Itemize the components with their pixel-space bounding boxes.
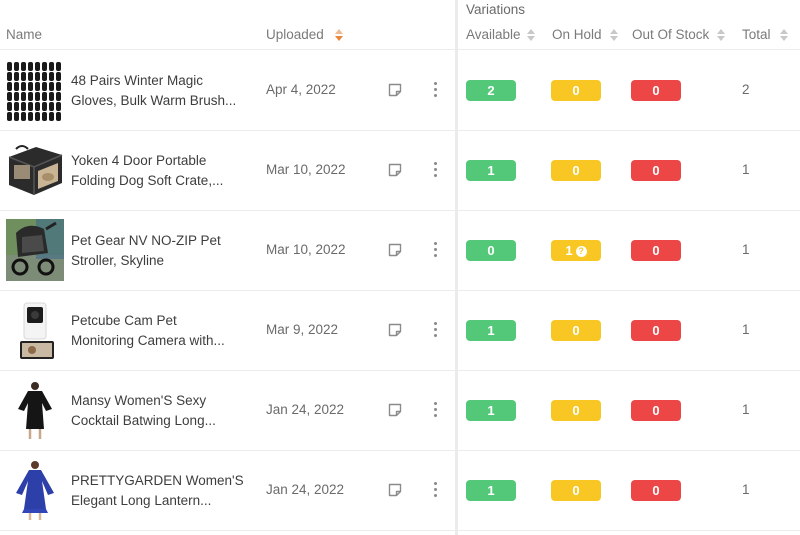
uploaded-date: Mar 10, 2022 — [266, 242, 346, 257]
info-icon[interactable]: ? — [575, 246, 587, 257]
variations-group-label: Variations — [466, 2, 526, 17]
column-out-of-stock[interactable]: Out Of Stock — [632, 27, 709, 42]
on-hold-badge[interactable]: 0 — [551, 160, 601, 181]
uploaded-date: Mar 10, 2022 — [266, 162, 346, 177]
total-count: 1 — [742, 162, 750, 177]
product-name[interactable]: Petcube Cam Pet Monitoring Camera with..… — [71, 311, 256, 351]
product-name[interactable]: Mansy Women'S Sexy Cocktail Batwing Long… — [71, 391, 256, 431]
more-vertical-icon[interactable] — [431, 401, 441, 419]
table-row[interactable]: Petcube Cam Pet Monitoring Camera with..… — [0, 291, 800, 371]
product-name[interactable]: Pet Gear NV NO-ZIP Pet Stroller, Skyline — [71, 231, 256, 271]
on-hold-badge[interactable]: 1? — [551, 240, 601, 261]
product-name-line1[interactable]: Mansy Women'S Sexy — [71, 391, 256, 411]
more-vertical-icon[interactable] — [431, 481, 441, 499]
note-icon[interactable] — [388, 403, 402, 417]
available-badge[interactable]: 1 — [466, 400, 516, 421]
sort-desc-icon[interactable] — [334, 29, 344, 43]
table-header: Variations Name Uploaded Available On Ho… — [0, 0, 800, 50]
available-badge[interactable]: 1 — [466, 160, 516, 181]
column-on-hold[interactable]: On Hold — [552, 27, 602, 42]
product-name-line1[interactable]: Pet Gear NV NO-ZIP Pet — [71, 231, 256, 251]
on-hold-count: 1 — [565, 243, 573, 258]
out-of-stock-badge[interactable]: 0 — [631, 480, 681, 501]
note-icon[interactable] — [388, 83, 402, 97]
product-name-line2[interactable]: Folding Dog Soft Crate,... — [71, 171, 256, 191]
out-of-stock-badge[interactable]: 0 — [631, 400, 681, 421]
note-icon[interactable] — [388, 243, 402, 257]
sort-icon[interactable] — [526, 29, 536, 43]
table-row[interactable]: 48 Pairs Winter Magic Gloves, Bulk Warm … — [0, 51, 800, 131]
more-vertical-icon[interactable] — [431, 321, 441, 339]
product-name-line2[interactable]: Gloves, Bulk Warm Brush... — [71, 91, 256, 111]
product-name-line2[interactable]: Stroller, Skyline — [71, 251, 256, 271]
on-hold-badge[interactable]: 0 — [551, 80, 601, 101]
on-hold-badge[interactable]: 0 — [551, 400, 601, 421]
gloves-thumbnail[interactable] — [6, 59, 64, 121]
product-name-line2[interactable]: Elegant Long Lantern... — [71, 491, 256, 511]
note-icon[interactable] — [388, 323, 402, 337]
product-name[interactable]: Yoken 4 Door Portable Folding Dog Soft C… — [71, 151, 256, 191]
out-of-stock-badge[interactable]: 0 — [631, 320, 681, 341]
uploaded-date: Jan 24, 2022 — [266, 482, 345, 497]
total-count: 1 — [742, 242, 750, 257]
available-badge[interactable]: 0 — [466, 240, 516, 261]
on-hold-badge[interactable]: 0 — [551, 480, 601, 501]
uploaded-date: Jan 24, 2022 — [266, 402, 345, 417]
table-row[interactable]: PRETTYGARDEN Women'S Elegant Long Lanter… — [0, 451, 800, 531]
table-row[interactable]: Mansy Women'S Sexy Cocktail Batwing Long… — [0, 371, 800, 451]
on-hold-badge[interactable]: 0 — [551, 320, 601, 341]
total-count: 1 — [742, 482, 750, 497]
note-icon[interactable] — [388, 163, 402, 177]
out-of-stock-badge[interactable]: 0 — [631, 240, 681, 261]
out-of-stock-badge[interactable]: 0 — [631, 80, 681, 101]
black-dress-thumbnail[interactable] — [6, 379, 64, 441]
more-vertical-icon[interactable] — [431, 81, 441, 99]
uploaded-date: Apr 4, 2022 — [266, 82, 336, 97]
product-name[interactable]: PRETTYGARDEN Women'S Elegant Long Lanter… — [71, 471, 256, 511]
column-uploaded[interactable]: Uploaded — [266, 27, 324, 42]
available-badge[interactable]: 1 — [466, 480, 516, 501]
total-count: 1 — [742, 322, 750, 337]
stroller-thumbnail[interactable] — [6, 219, 64, 281]
sort-icon[interactable] — [716, 29, 726, 43]
product-name-line2[interactable]: Cocktail Batwing Long... — [71, 411, 256, 431]
sort-icon[interactable] — [609, 29, 619, 43]
table-row[interactable]: Pet Gear NV NO-ZIP Pet Stroller, Skyline… — [0, 211, 800, 291]
out-of-stock-badge[interactable]: 0 — [631, 160, 681, 181]
column-total[interactable]: Total — [742, 27, 771, 42]
table-row[interactable]: Yoken 4 Door Portable Folding Dog Soft C… — [0, 131, 800, 211]
camera-thumbnail[interactable] — [6, 299, 64, 361]
note-icon[interactable] — [388, 483, 402, 497]
dog-crate-thumbnail[interactable] — [6, 139, 64, 201]
blue-dress-thumbnail[interactable] — [6, 459, 64, 521]
product-name-line1[interactable]: Petcube Cam Pet — [71, 311, 256, 331]
product-name-line1[interactable]: 48 Pairs Winter Magic — [71, 71, 256, 91]
column-name[interactable]: Name — [6, 27, 42, 42]
available-badge[interactable]: 2 — [466, 80, 516, 101]
more-vertical-icon[interactable] — [431, 161, 441, 179]
total-count: 1 — [742, 402, 750, 417]
available-badge[interactable]: 1 — [466, 320, 516, 341]
column-available[interactable]: Available — [466, 27, 521, 42]
uploaded-date: Mar 9, 2022 — [266, 322, 339, 337]
more-vertical-icon[interactable] — [431, 241, 441, 259]
product-name-line1[interactable]: Yoken 4 Door Portable — [71, 151, 256, 171]
product-name[interactable]: 48 Pairs Winter Magic Gloves, Bulk Warm … — [71, 71, 256, 111]
total-count: 2 — [742, 82, 750, 97]
product-name-line1[interactable]: PRETTYGARDEN Women'S — [71, 471, 256, 491]
sort-icon[interactable] — [779, 29, 789, 43]
product-name-line2[interactable]: Monitoring Camera with... — [71, 331, 256, 351]
